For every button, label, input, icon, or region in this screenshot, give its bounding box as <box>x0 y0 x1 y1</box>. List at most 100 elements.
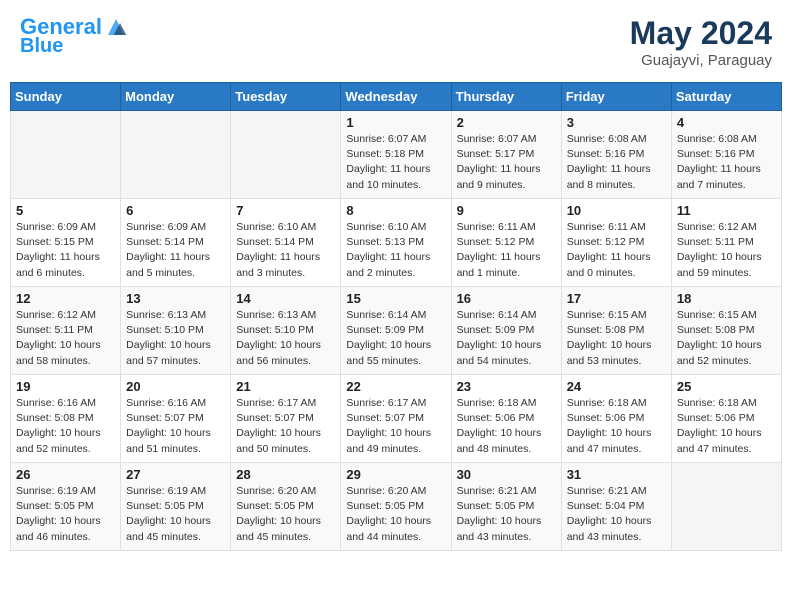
calendar-cell: 25 Sunrise: 6:18 AM Sunset: 5:06 PM Dayli… <box>671 375 781 463</box>
weekday-header-sunday: Sunday <box>11 83 121 111</box>
calendar-cell: 1Sunrise: 6:07 AM Sunset: 5:18 PM Daylig… <box>341 111 451 199</box>
day-info: Sunrise: 6:18 AM Sunset: 5:06 PM Dayligh… <box>567 396 666 457</box>
day-number: 15 <box>346 291 445 306</box>
day-number: 14 <box>236 291 335 306</box>
day-number: 19 <box>16 379 115 394</box>
weekday-header-saturday: Saturday <box>671 83 781 111</box>
day-number: 7 <box>236 203 335 218</box>
location: Guajayvi, Paraguay <box>630 52 772 69</box>
calendar-cell: 29Sunrise: 6:20 AM Sunset: 5:05 PM Dayli… <box>341 463 451 551</box>
calendar-cell <box>121 111 231 199</box>
day-number: 28 <box>236 467 335 482</box>
day-info: Sunrise: 6:18 AM Sunset: 5:06 PM Dayligh… <box>677 396 776 457</box>
calendar-table: SundayMondayTuesdayWednesdayThursdayFrid… <box>10 82 782 551</box>
day-info: Sunrise: 6:07 AM Sunset: 5:17 PM Dayligh… <box>457 132 556 193</box>
day-number: 25 <box>677 379 776 394</box>
calendar-cell: 26 Sunrise: 6:19 AM Sunset: 5:05 PM Dayli… <box>11 463 121 551</box>
day-info: Sunrise: 6:09 AM Sunset: 5:15 PM Dayligh… <box>16 220 115 281</box>
calendar-cell: 28 Sunrise: 6:20 AM Sunset: 5:05 PM Dayli… <box>231 463 341 551</box>
day-number: 20 <box>126 379 225 394</box>
day-info: Sunrise: 6:10 AM Sunset: 5:13 PM Dayligh… <box>346 220 445 281</box>
weekday-header-wednesday: Wednesday <box>341 83 451 111</box>
day-number: 6 <box>126 203 225 218</box>
calendar-cell: 30Sunrise: 6:21 AM Sunset: 5:05 PM Dayli… <box>451 463 561 551</box>
day-number: 9 <box>457 203 556 218</box>
day-number: 31 <box>567 467 666 482</box>
day-number: 30 <box>457 467 556 482</box>
day-number: 18 <box>677 291 776 306</box>
weekday-header-row: SundayMondayTuesdayWednesdayThursdayFrid… <box>11 83 782 111</box>
day-number: 24 <box>567 379 666 394</box>
week-row-3: 12 Sunrise: 6:12 AM Sunset: 5:11 PM Dayli… <box>11 287 782 375</box>
day-number: 4 <box>677 115 776 130</box>
calendar-cell: 17 Sunrise: 6:15 AM Sunset: 5:08 PM Dayli… <box>561 287 671 375</box>
day-number: 12 <box>16 291 115 306</box>
logo-blue-text: Blue <box>20 35 63 57</box>
day-info: Sunrise: 6:15 AM Sunset: 5:08 PM Dayligh… <box>677 308 776 369</box>
day-info: Sunrise: 6:09 AM Sunset: 5:14 PM Dayligh… <box>126 220 225 281</box>
calendar-cell: 5 Sunrise: 6:09 AM Sunset: 5:15 PM Daylig… <box>11 199 121 287</box>
calendar-cell: 4Sunrise: 6:08 AM Sunset: 5:16 PM Daylig… <box>671 111 781 199</box>
calendar-cell <box>671 463 781 551</box>
weekday-header-friday: Friday <box>561 83 671 111</box>
calendar-cell: 16 Sunrise: 6:14 AM Sunset: 5:09 PM Dayli… <box>451 287 561 375</box>
day-info: Sunrise: 6:11 AM Sunset: 5:12 PM Dayligh… <box>567 220 666 281</box>
calendar-cell: 10 Sunrise: 6:11 AM Sunset: 5:12 PM Dayli… <box>561 199 671 287</box>
day-number: 8 <box>346 203 445 218</box>
calendar-cell: 12 Sunrise: 6:12 AM Sunset: 5:11 PM Dayli… <box>11 287 121 375</box>
day-info: Sunrise: 6:17 AM Sunset: 5:07 PM Dayligh… <box>236 396 335 457</box>
day-info: Sunrise: 6:08 AM Sunset: 5:16 PM Dayligh… <box>567 132 666 193</box>
day-number: 10 <box>567 203 666 218</box>
calendar-cell: 13Sunrise: 6:13 AM Sunset: 5:10 PM Dayli… <box>121 287 231 375</box>
calendar-cell: 14 Sunrise: 6:13 AM Sunset: 5:10 PM Dayli… <box>231 287 341 375</box>
weekday-header-tuesday: Tuesday <box>231 83 341 111</box>
calendar-cell: 19Sunrise: 6:16 AM Sunset: 5:08 PM Dayli… <box>11 375 121 463</box>
day-number: 3 <box>567 115 666 130</box>
day-number: 5 <box>16 203 115 218</box>
day-number: 29 <box>346 467 445 482</box>
day-info: Sunrise: 6:18 AM Sunset: 5:06 PM Dayligh… <box>457 396 556 457</box>
week-row-2: 5 Sunrise: 6:09 AM Sunset: 5:15 PM Daylig… <box>11 199 782 287</box>
calendar-cell: 27Sunrise: 6:19 AM Sunset: 5:05 PM Dayli… <box>121 463 231 551</box>
calendar-cell: 3 Sunrise: 6:08 AM Sunset: 5:16 PM Daylig… <box>561 111 671 199</box>
calendar-cell: 7 Sunrise: 6:10 AM Sunset: 5:14 PM Daylig… <box>231 199 341 287</box>
day-number: 21 <box>236 379 335 394</box>
calendar-cell: 11 Sunrise: 6:12 AM Sunset: 5:11 PM Dayli… <box>671 199 781 287</box>
day-info: Sunrise: 6:10 AM Sunset: 5:14 PM Dayligh… <box>236 220 335 281</box>
calendar-cell: 20Sunrise: 6:16 AM Sunset: 5:07 PM Dayli… <box>121 375 231 463</box>
page-header: General Blue May 2024 Guajayvi, Paraguay <box>10 10 782 74</box>
day-info: Sunrise: 6:15 AM Sunset: 5:08 PM Dayligh… <box>567 308 666 369</box>
calendar-cell: 23 Sunrise: 6:18 AM Sunset: 5:06 PM Dayli… <box>451 375 561 463</box>
day-number: 16 <box>457 291 556 306</box>
week-row-5: 26 Sunrise: 6:19 AM Sunset: 5:05 PM Dayli… <box>11 463 782 551</box>
day-number: 2 <box>457 115 556 130</box>
logo: General Blue <box>20 15 128 57</box>
day-info: Sunrise: 6:14 AM Sunset: 5:09 PM Dayligh… <box>346 308 445 369</box>
day-info: Sunrise: 6:13 AM Sunset: 5:10 PM Dayligh… <box>126 308 225 369</box>
day-info: Sunrise: 6:12 AM Sunset: 5:11 PM Dayligh… <box>16 308 115 369</box>
day-number: 27 <box>126 467 225 482</box>
week-row-1: 1Sunrise: 6:07 AM Sunset: 5:18 PM Daylig… <box>11 111 782 199</box>
day-number: 1 <box>346 115 445 130</box>
calendar-cell <box>231 111 341 199</box>
day-number: 17 <box>567 291 666 306</box>
day-info: Sunrise: 6:20 AM Sunset: 5:05 PM Dayligh… <box>236 484 335 545</box>
calendar-cell: 2 Sunrise: 6:07 AM Sunset: 5:17 PM Daylig… <box>451 111 561 199</box>
calendar-cell: 24 Sunrise: 6:18 AM Sunset: 5:06 PM Dayli… <box>561 375 671 463</box>
day-info: Sunrise: 6:14 AM Sunset: 5:09 PM Dayligh… <box>457 308 556 369</box>
calendar-cell: 6 Sunrise: 6:09 AM Sunset: 5:14 PM Daylig… <box>121 199 231 287</box>
day-info: Sunrise: 6:19 AM Sunset: 5:05 PM Dayligh… <box>16 484 115 545</box>
day-number: 26 <box>16 467 115 482</box>
day-info: Sunrise: 6:13 AM Sunset: 5:10 PM Dayligh… <box>236 308 335 369</box>
calendar-cell: 21 Sunrise: 6:17 AM Sunset: 5:07 PM Dayli… <box>231 375 341 463</box>
day-number: 23 <box>457 379 556 394</box>
calendar-cell: 22Sunrise: 6:17 AM Sunset: 5:07 PM Dayli… <box>341 375 451 463</box>
day-info: Sunrise: 6:11 AM Sunset: 5:12 PM Dayligh… <box>457 220 556 281</box>
day-info: Sunrise: 6:12 AM Sunset: 5:11 PM Dayligh… <box>677 220 776 281</box>
calendar-cell <box>11 111 121 199</box>
logo-icon <box>104 15 128 39</box>
title-block: May 2024 Guajayvi, Paraguay <box>630 15 772 69</box>
calendar-cell: 18 Sunrise: 6:15 AM Sunset: 5:08 PM Dayli… <box>671 287 781 375</box>
month-title: May 2024 <box>630 15 772 52</box>
day-number: 11 <box>677 203 776 218</box>
